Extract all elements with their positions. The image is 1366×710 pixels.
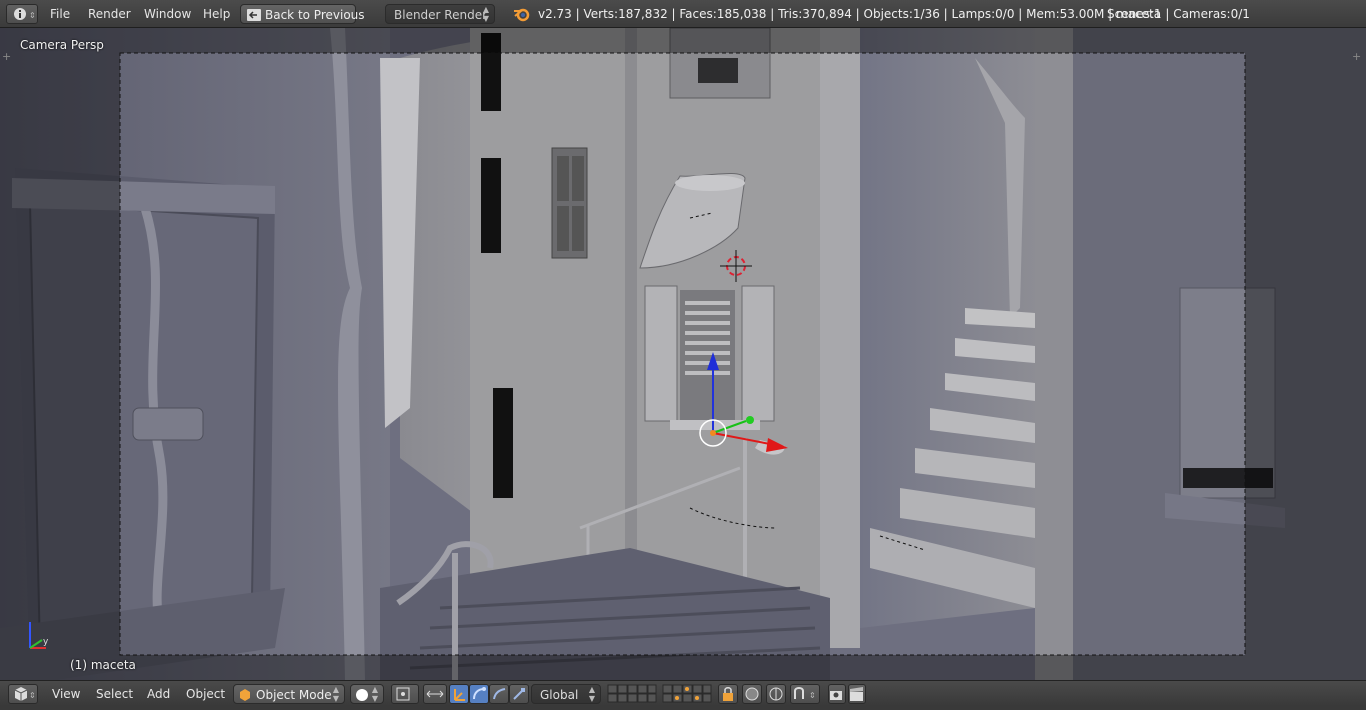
rotate-manipulator-button[interactable] [469, 684, 489, 704]
view3d-header: ⇕ View Select Add Object Object Mode ▲ ▼ … [0, 680, 1366, 706]
scale-manipulator-button[interactable] [489, 684, 509, 704]
viewport-shading-select[interactable]: ▲ ▼ [350, 684, 384, 704]
viewport-corner-plus-right-icon[interactable]: + [1352, 50, 1361, 63]
layers-grid-icon[interactable] [662, 684, 712, 704]
menu-file[interactable]: File [50, 4, 70, 24]
scene-camera-count: Scenes:1 | Cameras:0/1 [1107, 7, 1250, 21]
scene-render[interactable] [0, 28, 1366, 680]
view-name-label: Camera Persp [20, 38, 104, 52]
select-arrows-icon: ▲ ▼ [332, 685, 339, 703]
snap-manipulator-button[interactable] [509, 684, 529, 704]
render-layer-icon [745, 687, 759, 701]
manipulator-toggle-icon [426, 690, 444, 698]
svg-text:y: y [43, 637, 49, 647]
svg-text:⇕: ⇕ [809, 691, 816, 700]
menu-window[interactable]: Window [144, 4, 191, 24]
solid-shading-icon [356, 689, 368, 701]
opengl-render-animation-button[interactable] [848, 684, 866, 704]
pivot-icon [396, 687, 410, 701]
info-icon: ⇕ [14, 8, 36, 20]
cube-icon: ⇕ [14, 687, 36, 701]
mode-select-value: Object Mode [256, 688, 332, 702]
camera-render-icon [830, 691, 842, 700]
back-arrow-icon [247, 9, 261, 21]
rotate-icon [473, 687, 486, 700]
svg-text:⇕: ⇕ [29, 691, 36, 700]
back-to-previous-label: Back to Previous [265, 8, 365, 22]
scale-icon [493, 688, 506, 700]
translate-icon [454, 689, 465, 701]
lock-layers-button[interactable] [718, 684, 738, 704]
lock-icon [723, 687, 733, 701]
render-engine-select[interactable]: Blender Render ▲ ▼ [385, 4, 495, 24]
select-arrows-icon: ▲ ▼ [371, 685, 378, 703]
opengl-render-button[interactable] [828, 684, 846, 704]
active-object-label: (1) maceta [70, 658, 136, 672]
manipulator-toggle[interactable] [423, 684, 447, 704]
editor-type-button[interactable]: ⇕ [6, 4, 38, 24]
menu-view[interactable]: View [52, 684, 80, 704]
scene-statistics: v2.73 | Verts:187,832 | Faces:185,038 | … [538, 7, 1162, 21]
clapper-icon [850, 687, 863, 701]
info-header: ⇕ File Render Window Help Back to Previo… [0, 0, 1366, 28]
scene-layers-grid[interactable] [607, 684, 657, 704]
render-layer-button[interactable] [742, 684, 762, 704]
transform-orientation-select[interactable]: Global ▲ ▼ [531, 684, 601, 704]
3d-viewport[interactable]: Camera Persp (1) maceta y + + [0, 28, 1366, 680]
blender-logo-icon [514, 8, 530, 22]
scene-layers-grid-2[interactable] [662, 684, 712, 704]
menu-object[interactable]: Object [186, 684, 225, 704]
pivot-point-select[interactable] [391, 684, 419, 704]
editor-type-3dview-button[interactable]: ⇕ [8, 684, 38, 704]
menu-render[interactable]: Render [88, 4, 131, 24]
translate-manipulator-button[interactable] [449, 684, 469, 704]
menu-add[interactable]: Add [147, 684, 170, 704]
layers-grid-icon[interactable] [607, 684, 657, 704]
select-arrows-icon: ▲ ▼ [588, 685, 595, 703]
snap-element-select[interactable]: ⇕ [790, 684, 820, 704]
snap-magnet-icon: ⇕ [794, 687, 816, 700]
mode-select[interactable]: Object Mode ▲ ▼ [233, 684, 345, 704]
object-mode-icon [240, 689, 250, 701]
viewport-corner-plus-left-icon[interactable]: + [2, 50, 11, 63]
axis-gizmo-icon: y [29, 622, 49, 649]
scale-handle-icon [513, 688, 525, 700]
menu-help[interactable]: Help [203, 4, 230, 24]
render-engine-value: Blender Render [394, 8, 488, 22]
menu-select[interactable]: Select [96, 684, 133, 704]
proportional-editing-button[interactable] [766, 684, 786, 704]
transform-orientation-value: Global [540, 688, 579, 702]
svg-text:⇕: ⇕ [29, 11, 36, 20]
back-to-previous-button[interactable]: Back to Previous [240, 4, 365, 24]
proportional-edit-icon [769, 687, 783, 701]
select-arrows-icon: ▲ ▼ [482, 5, 489, 23]
